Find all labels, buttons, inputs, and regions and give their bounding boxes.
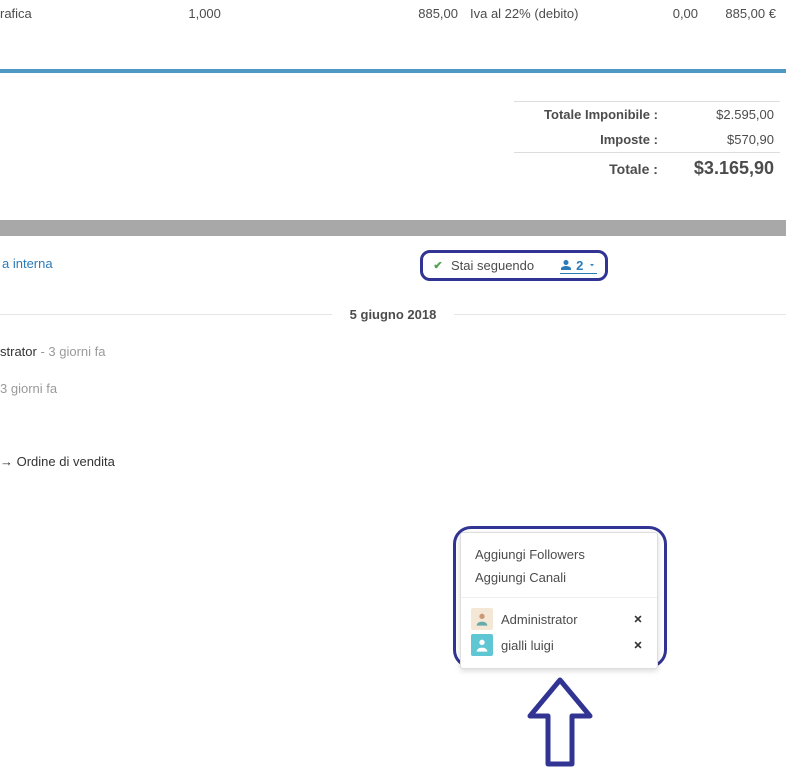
person-icon <box>474 611 490 627</box>
followers-number: 2 <box>576 258 583 273</box>
followers-popup: Aggiungi Followers Aggiungi Canali Admin… <box>460 532 658 669</box>
breadcrumb: → Ordine di vendita <box>0 454 786 475</box>
log-entry: strator - 3 giorni fa <box>0 344 786 359</box>
avatar <box>471 634 493 656</box>
popup-separator <box>461 597 657 598</box>
follower-name[interactable]: gialli luigi <box>501 638 621 653</box>
annotation-follow-box: Stai seguendo 2 <box>420 250 608 281</box>
follower-row: Administrator <box>461 606 657 632</box>
log-actor: strator <box>0 344 37 359</box>
line-price: 885,00 <box>273 6 458 21</box>
check-icon <box>431 259 445 273</box>
remove-follower-button[interactable] <box>629 636 647 655</box>
subtotal-label: Totale Imponibile : <box>514 102 664 128</box>
grand-total-value: $3.165,90 <box>664 153 780 185</box>
add-followers-item[interactable]: Aggiungi Followers <box>461 543 657 566</box>
follower-name[interactable]: Administrator <box>501 612 621 627</box>
avatar <box>471 608 493 630</box>
grand-total-label: Totale : <box>514 153 664 185</box>
log-when: - 3 giorni fa <box>37 344 106 359</box>
remove-follower-button[interactable] <box>629 610 647 629</box>
followers-count-button[interactable]: 2 <box>560 258 597 274</box>
date-divider-label: 5 giugno 2018 <box>332 307 455 322</box>
follow-button[interactable]: Stai seguendo <box>431 256 534 275</box>
close-icon <box>633 640 643 650</box>
follower-row: gialli luigi <box>461 632 657 658</box>
taxes-label: Imposte : <box>514 127 664 153</box>
line-desc: rafica <box>0 6 136 21</box>
line-total: 885,00 € <box>698 6 776 21</box>
line-items: rafica 1,000 885,00 Iva al 22% (debito) … <box>0 0 786 27</box>
log-when: 3 giorni fa <box>0 381 57 396</box>
section-accent-bar <box>0 69 786 73</box>
line-qty: 1,000 <box>136 6 272 21</box>
log-note-link[interactable]: a interna <box>0 256 53 271</box>
date-divider: 5 giugno 2018 <box>0 307 786 322</box>
log-entry: 3 giorni fa <box>0 381 786 396</box>
subtotal-value: $2.595,00 <box>664 102 780 128</box>
line-discount: 0,00 <box>610 6 698 21</box>
follow-label: Stai seguendo <box>451 258 534 273</box>
user-icon <box>560 259 572 271</box>
add-channels-item[interactable]: Aggiungi Canali <box>461 566 657 589</box>
annotation-arrow-up-icon <box>520 676 600 772</box>
close-icon <box>633 614 643 624</box>
line-tax: Iva al 22% (debito) <box>458 6 610 21</box>
caret-down-icon <box>587 260 597 270</box>
taxes-value: $570,90 <box>664 127 780 153</box>
grey-divider <box>0 220 786 236</box>
line-row: rafica 1,000 885,00 Iva al 22% (debito) … <box>0 4 786 23</box>
totals-block: Totale Imponibile : $2.595,00 Imposte : … <box>0 101 786 184</box>
person-icon <box>474 637 490 653</box>
